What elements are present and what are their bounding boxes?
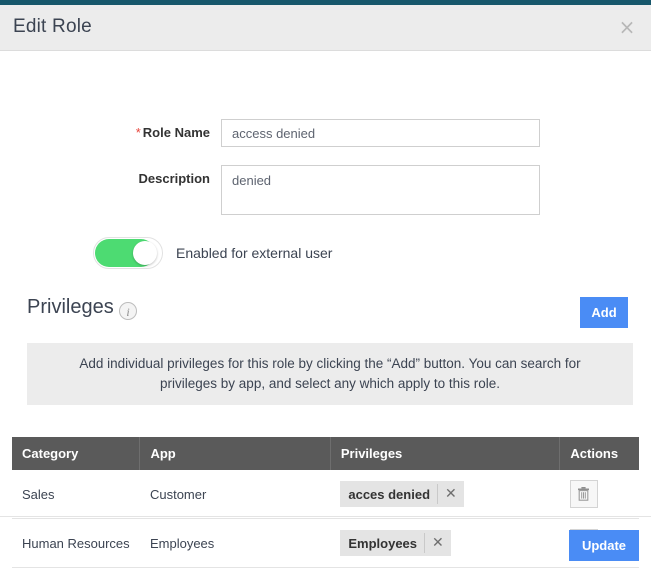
cell-privileges: acces denied ✕ [330,470,560,519]
trash-icon [578,487,590,501]
toggle-knob [133,241,157,265]
privileges-title: Privileges [27,296,114,318]
external-user-toggle-label: Enabled for external user [176,245,333,261]
role-name-input[interactable] [221,119,540,147]
external-user-toggle[interactable] [93,237,163,269]
cell-actions [559,470,639,519]
cell-category: Sales [12,470,140,519]
external-user-toggle-row: Enabled for external user [0,237,651,271]
table-header-row: Category App Privileges Actions [12,437,639,470]
privileges-help-banner: Add individual privileges for this role … [27,343,633,405]
info-icon[interactable]: i [119,302,137,320]
modal-header: Edit Role × [0,5,651,51]
column-header-app: App [139,437,331,470]
privilege-chip-remove-icon[interactable]: ✕ [437,484,464,504]
required-asterisk: * [135,125,141,140]
page-title: Edit Role [13,16,92,37]
role-name-label-text: Role Name [142,125,210,140]
privileges-table-head: Category App Privileges Actions [12,437,639,470]
privileges-header: Privileges i Add [0,296,651,336]
role-name-label: * Role Name [0,125,210,140]
table-row: Sales Customer acces denied ✕ [12,470,639,519]
description-label: Description [0,171,210,186]
cell-app: Customer [139,470,331,519]
privilege-chip: acces denied ✕ [340,481,464,507]
close-icon[interactable]: × [616,16,638,38]
column-header-category: Category [12,437,141,470]
add-privilege-button[interactable]: Add [580,297,628,328]
edit-role-modal: Edit Role × *Role Name Description Enabl… [0,5,651,568]
delete-row-button[interactable] [569,480,598,508]
description-label-text: Description [138,171,210,186]
modal-footer: Update [0,516,651,567]
column-header-privileges: Privileges [330,437,561,470]
update-button[interactable]: Update [569,530,639,561]
privilege-chip-label: acces denied [348,486,431,502]
column-header-actions: Actions [559,437,639,470]
description-input[interactable] [221,165,540,215]
